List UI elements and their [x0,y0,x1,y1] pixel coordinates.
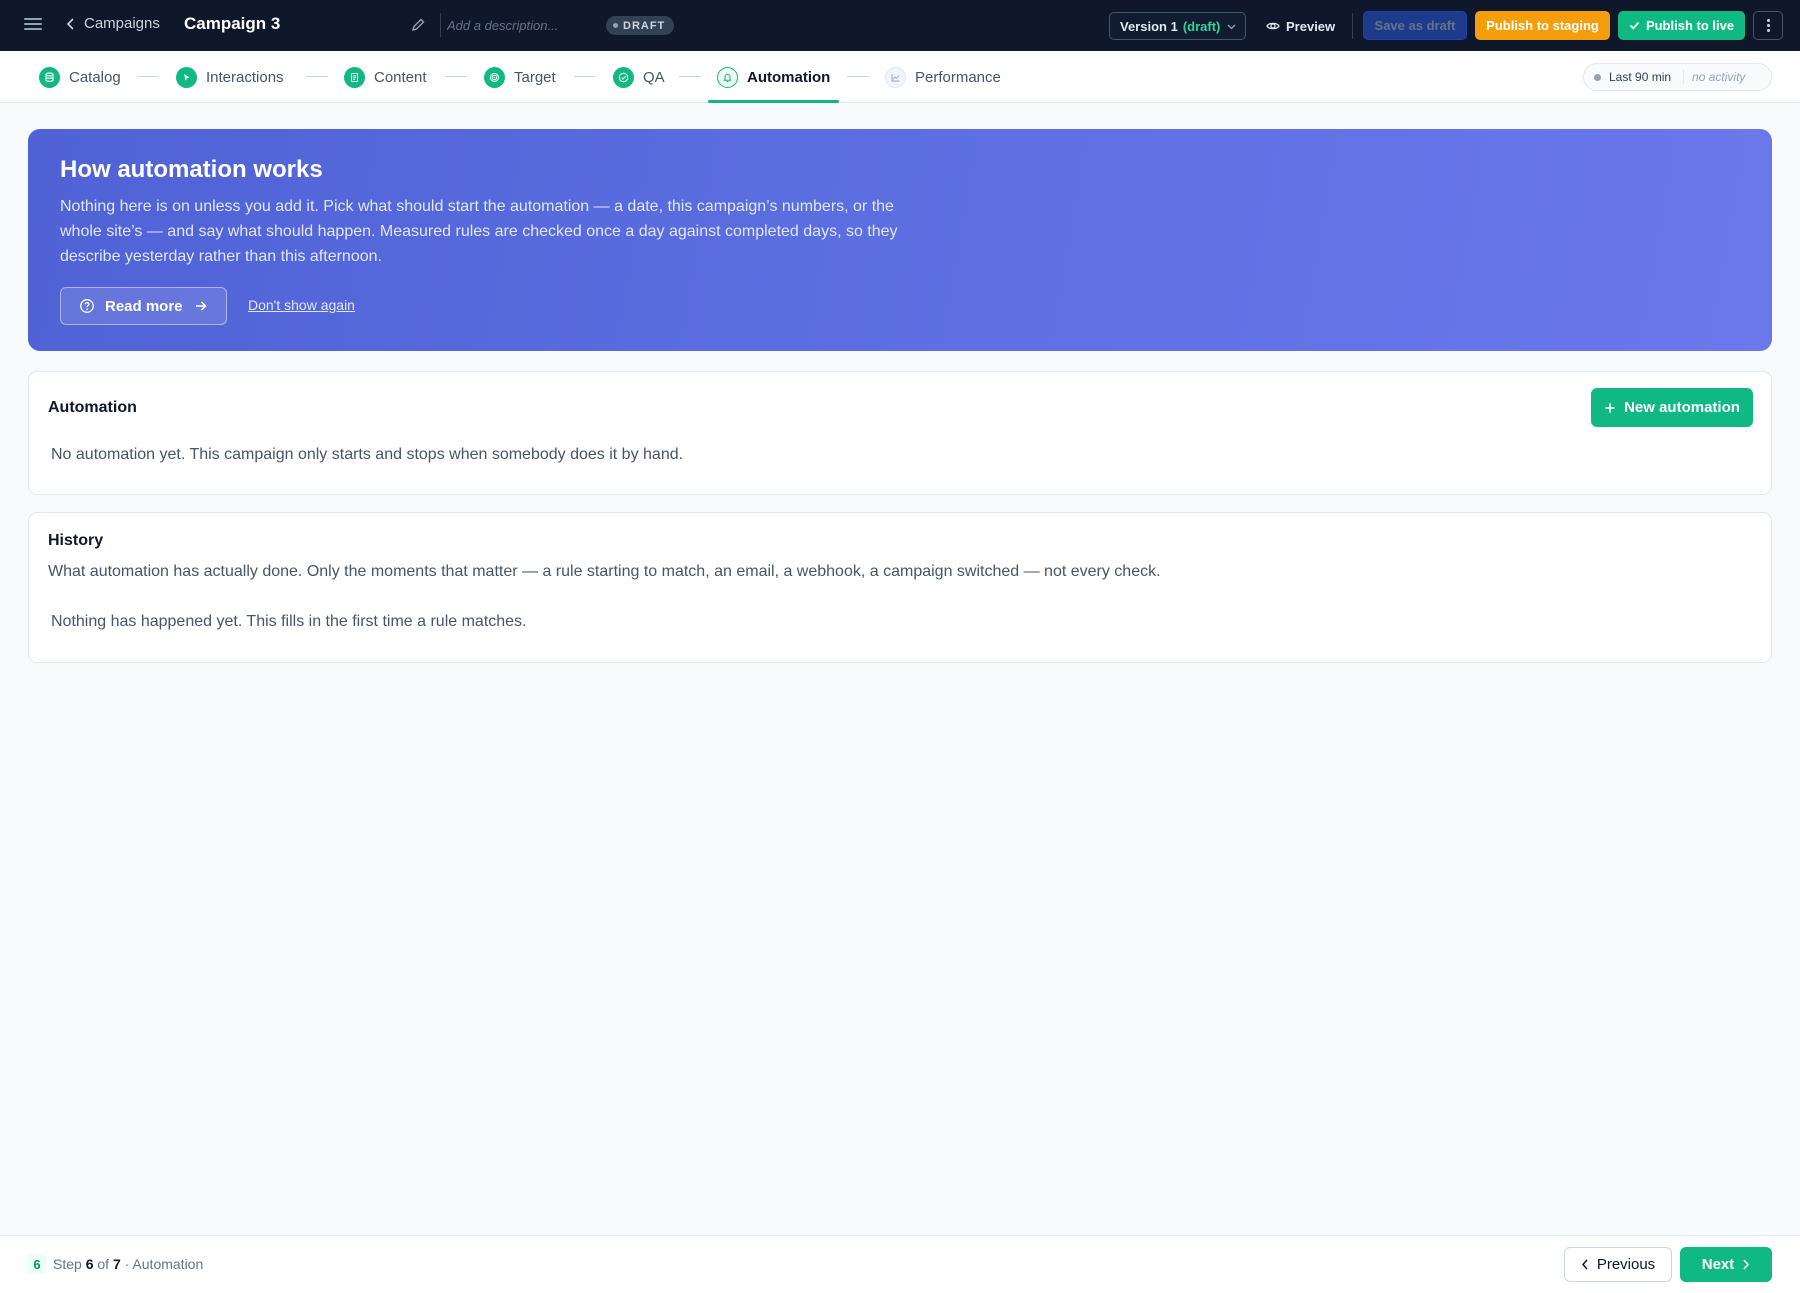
step-catalog[interactable]: Catalog [39,51,121,103]
step-target[interactable]: Target [484,51,556,103]
automation-card: Automation New automation No automation … [28,371,1772,495]
step-label: Automation [747,68,831,86]
wizard-footer: 6 Step 6 of 7 · Automation Previous Next [0,1235,1800,1293]
publish-to-live-button[interactable]: Publish to live [1618,11,1745,40]
history-empty-state: Nothing has happened yet. This fills in … [51,613,527,630]
dont-show-again-link[interactable]: Don't show again [248,297,355,313]
help-circle-icon [80,299,94,313]
document-icon [344,66,365,88]
of-word: of [97,1256,110,1272]
current-step: 6 [85,1256,94,1272]
banner-title: How automation works [60,156,323,183]
step-number-badge: 6 [28,1254,46,1274]
step-connector [847,76,869,77]
step-label: Target [514,68,556,86]
check-icon [1629,21,1640,30]
activity-divider [1683,70,1685,84]
plus-icon [1605,403,1615,412]
step-automation[interactable]: Automation [707,51,840,103]
check-circle-icon [613,66,634,88]
step-connector [445,76,467,77]
step-performance[interactable]: Performance [885,51,1001,103]
new-automation-label: New automation [1624,399,1740,416]
preview-label: Preview [1286,18,1336,34]
step-label: Catalog [69,68,121,86]
automation-card-title: Automation [48,399,137,416]
next-button[interactable]: Next [1680,1247,1772,1282]
back-to-campaigns-link[interactable]: Campaigns [66,15,160,32]
version-select[interactable]: Version 1 (draft) [1109,12,1246,40]
new-automation-button[interactable]: New automation [1591,388,1753,427]
top-bar: Campaigns Campaign 3 DRAFT Version 1 (dr… [0,0,1800,51]
info-banner: How automation works Nothing here is on … [28,129,1772,351]
status-dot [613,23,618,28]
version-label: Version 1 [1120,18,1178,34]
history-card-title: History [48,532,104,549]
publish-to-staging-button[interactable]: Publish to staging [1475,11,1610,40]
more-options-button[interactable] [1753,11,1783,40]
chevron-right-icon [1743,1259,1750,1270]
step-qa[interactable]: QA [613,51,665,103]
current-step-name: · Automation [124,1256,204,1272]
publish-live-label: Publish to live [1645,18,1735,33]
step-word: Step [53,1256,82,1272]
pencil-icon[interactable] [410,17,426,33]
step-label: Interactions [206,68,284,86]
activity-dot [1594,73,1601,81]
version-state: (draft) [1182,18,1221,34]
save-as-draft-button[interactable]: Save as draft [1363,11,1467,40]
description-input[interactable] [444,13,594,37]
cursor-icon [176,66,197,88]
history-card: History What automation has actually don… [28,512,1772,663]
status-badge: DRAFT [606,16,675,35]
bell-icon [717,66,738,88]
previous-button[interactable]: Previous [1564,1247,1672,1282]
activity-indicator: Last 90 min no activity [1583,63,1772,91]
step-label: QA [643,68,665,86]
step-label: Content [374,68,427,86]
chevron-left-icon [66,17,74,30]
activity-window: Last 90 min [1609,70,1672,84]
step-label: Performance [915,68,1001,86]
previous-label: Previous [1596,1256,1656,1273]
chevron-left-icon [1581,1259,1588,1270]
eye-icon [1266,22,1280,30]
read-more-label: Read more [105,297,183,315]
catalog-icon [39,66,60,88]
step-interactions[interactable]: Interactions [176,51,284,103]
read-more-button[interactable]: Read more [60,287,227,325]
status-badge-label: DRAFT [623,19,666,32]
toolbar-divider [1352,13,1353,39]
page-title: Campaign 3 [184,14,281,33]
chevron-down-icon [1227,24,1236,29]
total-steps: 7 [112,1256,121,1272]
history-card-subtitle: What automation has actually done. Only … [48,563,1161,580]
menu-icon[interactable] [22,15,44,35]
banner-body: Nothing here is on unless you add it. Pi… [60,198,898,265]
arrow-right-icon [195,301,207,311]
next-label: Next [1701,1256,1735,1273]
step-navigation: Catalog Interactions Content Target QA A… [0,51,1800,103]
step-progress-text: Step 6 of 7 · Automation [53,1256,203,1272]
step-connector [306,76,328,77]
step-content[interactable]: Content [344,51,427,103]
chart-icon [885,66,906,88]
automation-empty-state: No automation yet. This campaign only st… [51,446,684,463]
activity-status: no activity [1692,70,1746,84]
preview-button[interactable]: Preview [1262,12,1339,40]
back-link-label: Campaigns [84,15,160,32]
target-icon [484,66,505,88]
description-divider [440,13,441,37]
step-connector [137,76,159,77]
step-connector [574,76,596,77]
step-connector [679,76,701,77]
